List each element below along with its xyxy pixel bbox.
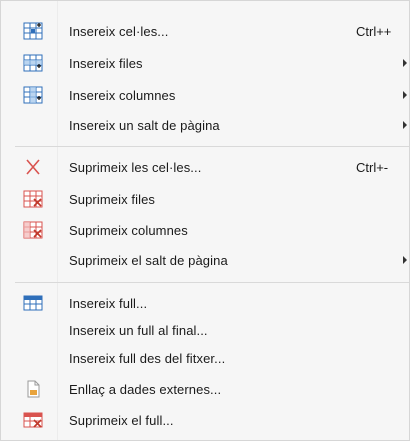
insert-rows-icon: [23, 54, 43, 72]
menu-item-insert-rows[interactable]: Insereix files: [1, 49, 409, 77]
menu-separator: [15, 282, 409, 283]
menu-item-shortcut: Ctrl++: [356, 23, 392, 39]
menu-item-insert-cells[interactable]: Insereix cel·les... Ctrl++: [1, 17, 409, 45]
menu-item-insert-columns[interactable]: Insereix columnes: [1, 81, 409, 109]
menu-item-label: Suprimeix columnes: [69, 222, 188, 238]
menu-item-label: Suprimeix el full...: [69, 412, 174, 428]
menu-item-insert-sheet[interactable]: Insereix full...: [1, 289, 409, 317]
insert-columns-icon: [23, 86, 43, 104]
menu-item-label: Suprimeix les cel·les...: [69, 159, 202, 175]
menu-item-shortcut: Ctrl+-: [356, 159, 389, 175]
submenu-arrow-icon: [403, 121, 407, 129]
submenu-arrow-icon: [403, 91, 407, 99]
menu-item-label: Enllaç a dades externes...: [69, 381, 222, 397]
menu-separator: [15, 146, 409, 147]
menu-item-label: Insereix un salt de pàgina: [69, 117, 220, 133]
menu-item-label: Suprimeix files: [69, 191, 156, 207]
insert-cells-icon: [23, 22, 43, 40]
menu-item-delete-cells[interactable]: Suprimeix les cel·les... Ctrl+-: [1, 153, 409, 181]
menu-item-delete-columns[interactable]: Suprimeix columnes: [1, 216, 409, 244]
external-data-icon: [23, 380, 43, 398]
menu-item-link-external-data[interactable]: Enllaç a dades externes...: [1, 375, 409, 403]
menu-item-label: Insereix full...: [69, 295, 148, 311]
submenu-arrow-icon: [403, 59, 407, 67]
menu-item-label: Insereix un full al final...: [69, 322, 208, 338]
menu-item-label: Insereix files: [69, 55, 143, 71]
menu-item-delete-rows[interactable]: Suprimeix files: [1, 185, 409, 213]
delete-sheet-icon: [23, 411, 43, 429]
menu-item-label: Insereix cel·les...: [69, 23, 169, 39]
context-menu: Insereix cel·les... Ctrl++ Insereix file…: [0, 0, 410, 441]
delete-columns-icon: [23, 221, 43, 239]
menu-item-insert-sheet-from-file[interactable]: Insereix full des del fitxer...: [1, 344, 409, 372]
menu-item-label: Suprimeix el salt de pàgina: [69, 252, 228, 268]
insert-sheet-icon: [23, 294, 43, 312]
menu-item-delete-page-break[interactable]: Suprimeix el salt de pàgina: [1, 246, 409, 274]
delete-cells-icon: [23, 158, 43, 176]
menu-item-delete-sheet[interactable]: Suprimeix el full...: [1, 406, 409, 434]
menu-item-insert-sheet-at-end[interactable]: Insereix un full al final...: [1, 316, 409, 344]
menu-item-label: Insereix columnes: [69, 87, 176, 103]
delete-rows-icon: [23, 190, 43, 208]
menu-item-insert-page-break[interactable]: Insereix un salt de pàgina: [1, 111, 409, 139]
submenu-arrow-icon: [403, 256, 407, 264]
menu-item-label: Insereix full des del fitxer...: [69, 350, 226, 366]
